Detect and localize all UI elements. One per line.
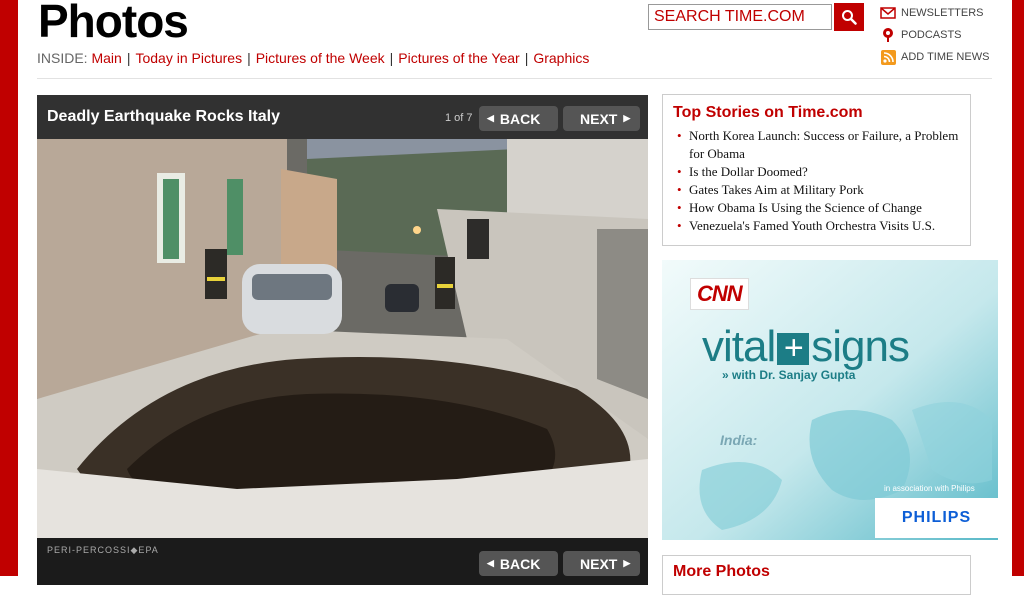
- next-button-top[interactable]: NEXT ▶: [563, 106, 640, 131]
- nav-link-pictures-of-the-year[interactable]: Pictures of the Year: [398, 50, 519, 66]
- envelope-icon: [880, 5, 896, 21]
- ad-map-label: India:: [720, 432, 758, 448]
- inside-nav: INSIDE: Main | Today in Pictures | Pictures …: [37, 50, 590, 66]
- story-link[interactable]: How Obama Is Using the Science of Change: [677, 199, 959, 217]
- cross-icon: +: [777, 331, 810, 366]
- utility-links: NEWSLETTERS PODCASTS ADD TIME NEWS: [880, 2, 989, 68]
- nav-link-pictures-of-the-week[interactable]: Pictures of the Week: [256, 50, 385, 66]
- cnn-logo: CNN: [690, 278, 749, 310]
- right-arrow-icon: ▶: [623, 558, 631, 568]
- nav-link-graphics[interactable]: Graphics: [533, 50, 589, 66]
- next-label: NEXT: [580, 555, 618, 572]
- add-time-news-link[interactable]: ADD TIME NEWS: [880, 46, 989, 68]
- gallery-title: Deadly Earthquake Rocks Italy: [47, 108, 280, 125]
- left-arrow-icon: ◀: [487, 558, 494, 568]
- back-button-top[interactable]: ◀ BACK: [479, 106, 558, 131]
- ad-headline: vital + signs: [702, 322, 910, 371]
- earthquake-photo[interactable]: [37, 139, 648, 538]
- header-divider: [37, 78, 992, 79]
- left-red-border: [0, 0, 20, 576]
- rss-icon: [880, 49, 896, 65]
- photo-credit: PERI-PERCOSSI◆EPA: [47, 545, 159, 555]
- back-button-bottom[interactable]: ◀ BACK: [479, 551, 558, 576]
- nav-link-today-in-pictures[interactable]: Today in Pictures: [135, 50, 242, 66]
- inside-label: INSIDE:: [37, 50, 88, 66]
- photo-gallery: Deadly Earthquake Rocks Italy 1 of 7 ◀ B…: [37, 95, 648, 585]
- philips-logo: PHILIPS: [875, 498, 998, 538]
- right-red-border: [1010, 0, 1024, 576]
- back-label: BACK: [499, 555, 541, 572]
- nav-link-main[interactable]: Main: [91, 50, 121, 66]
- back-label: BACK: [499, 110, 541, 127]
- gallery-header: Deadly Earthquake Rocks Italy 1 of 7 ◀ B…: [37, 95, 648, 139]
- search-box: [648, 4, 832, 30]
- podcast-icon: [880, 27, 896, 43]
- top-stories-box: Top Stories on Time.com North Korea Laun…: [662, 94, 971, 246]
- search-input[interactable]: [649, 5, 831, 29]
- newsletters-label: NEWSLETTERS: [901, 7, 984, 19]
- left-arrow-icon: ◀: [487, 113, 494, 123]
- ad-association: in association with Philips: [884, 484, 975, 493]
- story-link[interactable]: Venezuela's Famed Youth Orchestra Visits…: [677, 217, 959, 235]
- podcasts-link[interactable]: PODCASTS: [880, 24, 989, 46]
- story-link[interactable]: Is the Dollar Doomed?: [677, 163, 959, 181]
- page-title: Photos: [38, 0, 189, 47]
- magnifier-icon: [842, 10, 857, 25]
- top-stories-title: Top Stories on Time.com: [673, 104, 863, 121]
- photo-counter: 1 of 7: [445, 112, 473, 124]
- search-button[interactable]: [834, 3, 864, 31]
- next-label: NEXT: [580, 110, 618, 127]
- next-button-bottom[interactable]: NEXT ▶: [563, 551, 640, 576]
- story-link[interactable]: North Korea Launch: Success or Failure, …: [677, 127, 959, 163]
- right-arrow-icon: ▶: [623, 113, 631, 123]
- cnn-vital-signs-ad[interactable]: CNN vital + signs » with Dr. Sanjay Gupta …: [662, 260, 998, 540]
- more-photos-box: More Photos: [662, 555, 971, 595]
- top-stories-list: North Korea Launch: Success or Failure, …: [675, 127, 959, 235]
- more-photos-title[interactable]: More Photos: [673, 563, 770, 581]
- ad-subtitle: » with Dr. Sanjay Gupta: [722, 368, 856, 382]
- podcasts-label: PODCASTS: [901, 29, 962, 41]
- story-link[interactable]: Gates Takes Aim at Military Pork: [677, 181, 959, 199]
- add-time-news-label: ADD TIME NEWS: [901, 51, 990, 63]
- newsletters-link[interactable]: NEWSLETTERS: [880, 2, 989, 24]
